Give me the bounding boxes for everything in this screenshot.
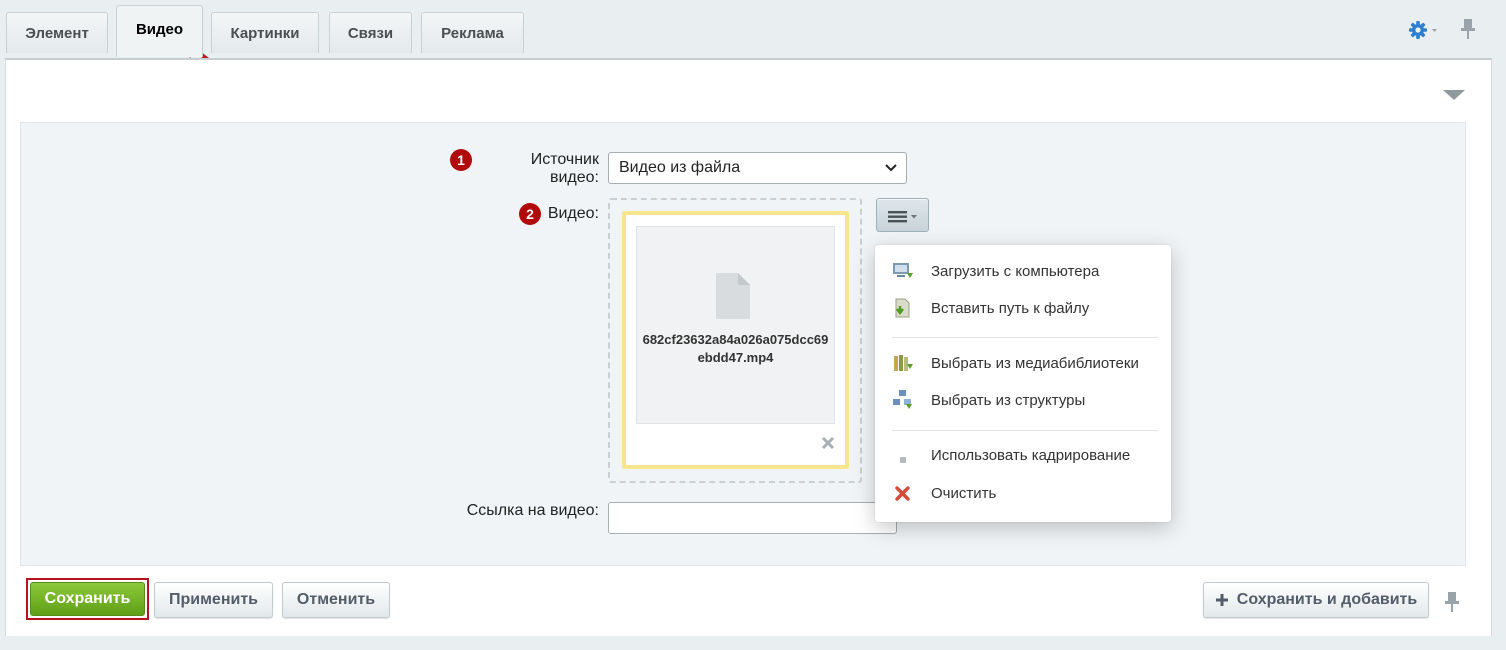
cancel-button[interactable]: Отменить (282, 582, 390, 618)
video-link-label: Ссылка на видео: (466, 502, 599, 519)
file-actions-menu: Загрузить с компьютера Вставить путь к ф… (875, 245, 1171, 522)
save-button-highlight: Сохранить (26, 578, 149, 620)
file-name: 682cf23632a84a026a075dcc69ebdd47.mp4 (642, 332, 829, 365)
clear-x-icon (895, 486, 910, 501)
menu-item-medialibrary[interactable]: Выбрать из медиабиблиотеки (875, 346, 1171, 380)
pin-icon[interactable] (1444, 590, 1460, 614)
menu-separator (892, 337, 1158, 338)
apply-button[interactable]: Применить (154, 582, 273, 618)
menu-item-label: Выбрать из медиабиблиотеки (931, 354, 1139, 372)
tab-links[interactable]: Связи (329, 12, 412, 53)
menu-item-structure[interactable]: Выбрать из структуры (875, 383, 1171, 417)
menu-item-upload-computer[interactable]: Загрузить с компьютера (875, 254, 1171, 288)
remove-file-icon[interactable] (821, 436, 835, 450)
tab-element[interactable]: Элемент (6, 12, 108, 53)
save-and-add-button[interactable]: Сохранить и добавить (1203, 582, 1429, 618)
menu-item-label: Вставить путь к файлу (931, 299, 1090, 317)
menu-item-label: Использовать кадрирование (931, 446, 1131, 464)
menu-separator (892, 430, 1158, 431)
video-source-label: Источник видео: (530, 151, 599, 186)
save-button[interactable]: Сохранить (30, 582, 145, 616)
structure-icon (893, 390, 912, 409)
save-and-add-label: Сохранить и добавить (1236, 591, 1418, 608)
menu-item-label: Загрузить с компьютера (931, 262, 1100, 280)
file-menu-button[interactable] (876, 198, 929, 232)
step-badge-2: 2 (519, 203, 541, 225)
collapse-triangle-icon[interactable] (1443, 88, 1465, 100)
menu-item-crop[interactable]: Использовать кадрирование (875, 438, 1171, 472)
video-link-input[interactable] (608, 502, 897, 534)
menu-item-label: Выбрать из структуры (931, 391, 1086, 409)
hamburger-menu-icon (888, 211, 917, 223)
pin-icon[interactable] (1460, 18, 1476, 40)
menu-item-label: Очистить (931, 484, 997, 502)
insert-path-icon (895, 298, 910, 318)
tab-advertising[interactable]: Реклама (421, 12, 524, 53)
menu-item-insert-path[interactable]: Вставить путь к файлу (875, 291, 1171, 325)
document-icon (716, 273, 752, 319)
video-label: Видео: (547, 205, 599, 222)
medialibrary-icon (894, 355, 913, 371)
crop-dot-icon (900, 457, 906, 463)
plus-icon (1215, 594, 1228, 606)
video-source-select[interactable]: Видео из файла (608, 152, 907, 184)
menu-item-clear[interactable]: Очистить (875, 476, 1171, 510)
step-badge-1: 1 (450, 149, 472, 171)
chevron-down-icon (885, 164, 897, 172)
tab-video[interactable]: Видео (116, 5, 203, 57)
video-source-value: Видео из файла (619, 159, 741, 176)
settings-gear-icon[interactable] (1408, 20, 1438, 40)
upload-computer-icon (893, 263, 913, 278)
file-preview (636, 226, 835, 424)
